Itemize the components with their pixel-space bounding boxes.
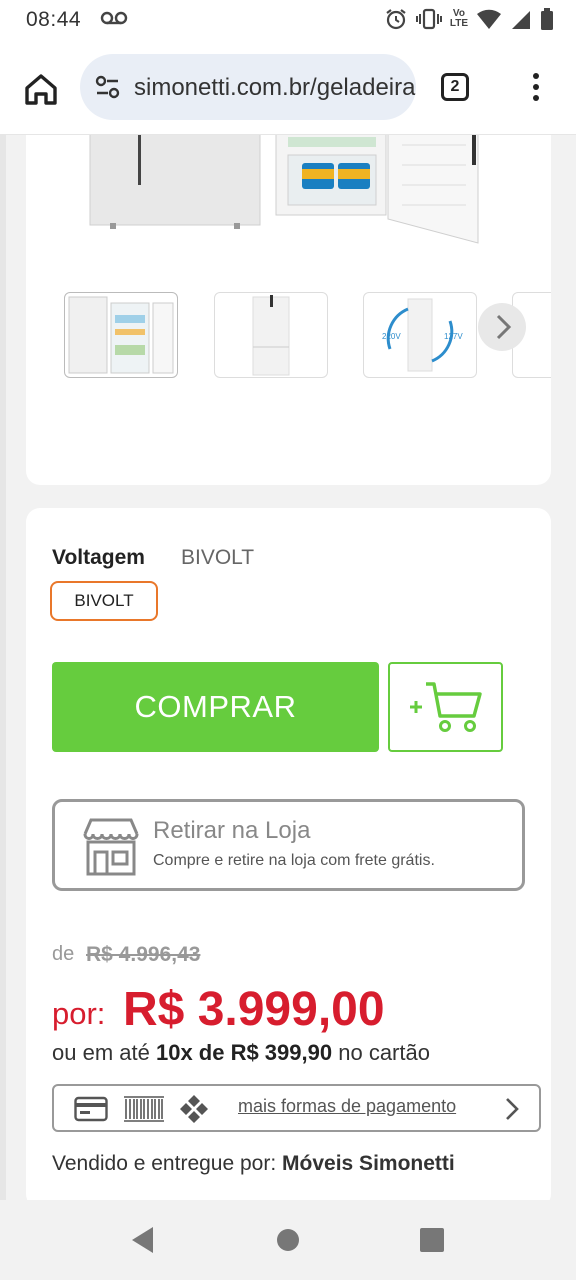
voicemail-icon [100,11,128,25]
thumbnail-label-220v: 220V [382,332,401,341]
gallery-thumbnail[interactable] [214,292,328,378]
status-time: 08:44 [26,8,82,31]
pickup-title: Retirar na Loja [153,817,311,844]
status-bar: 08:44 Vo LTE [0,0,576,40]
seller-name: Móveis Simonetti [282,1152,455,1175]
volte-icon: Vo LTE [450,9,468,29]
buy-button[interactable]: COMPRAR [52,662,379,752]
installment-plan: 10x de R$ 399,90 [155,1040,333,1065]
old-price: R$ 4.996,43 [86,943,201,966]
tab-switcher-button[interactable]: 2 [441,73,469,101]
home-icon[interactable] [22,70,60,108]
thumbnail-image: 220V 127V [382,298,463,372]
pickup-subtitle: Compre e retire na loja com frete grátis… [153,852,435,869]
price-prefix: por: [52,996,106,1031]
seller-info: Vendido e entregue por: Móveis Simonetti [52,1152,455,1176]
site-settings-icon[interactable] [94,74,122,100]
more-payment-options[interactable]: mais formas de pagamento [52,1084,541,1132]
vibrate-icon [415,8,442,30]
browser-menu-icon[interactable] [526,71,546,103]
installment-prefix: ou em até [52,1040,150,1065]
pix-icon [180,1095,208,1123]
gallery-thumbnail[interactable] [64,292,178,378]
voltage-label: Voltagem [52,546,145,569]
gallery-next-button[interactable] [478,303,526,351]
chevron-right-icon [506,1098,519,1120]
credit-card-icon [74,1096,108,1122]
signal-icon [512,11,530,29]
old-price-prefix: de [52,943,75,965]
product-gallery-card: 220V 127V [26,135,551,485]
thumbnail-image [68,296,174,374]
chevron-right-icon [496,314,512,340]
installment-suffix: no cartão [338,1040,430,1065]
barcode-icon [124,1096,164,1122]
gallery-thumbnail[interactable]: 220V 127V [363,292,477,378]
current-price: R$ 3.999,00 [123,983,385,1036]
alarm-icon [386,9,406,30]
page-content: 220V 127V Voltagem BIVOLT BIVOLT COMPRAR [0,135,576,1200]
system-navigation-bar [0,1200,576,1280]
product-main-image [89,135,479,244]
url-text[interactable]: simonetti.com.br/geladeira [134,74,415,102]
back-icon[interactable] [129,1225,157,1255]
seller-prefix: Vendido e entregue por: [52,1152,277,1175]
side-strip [0,135,6,1200]
battery-icon [541,8,553,30]
installment-info: ou em até 10x de R$ 399,90 no cartão [52,1040,430,1066]
volte-bottom-text: LTE [449,18,468,29]
voltage-option-bivolt[interactable]: BIVOLT [50,581,158,621]
purchase-card: Voltagem BIVOLT BIVOLT COMPRAR Retirar n… [26,508,551,1200]
home-circle-icon[interactable] [275,1227,301,1253]
address-bar[interactable]: simonetti.com.br/geladeira [80,54,416,120]
store-pickup-option[interactable]: Retirar na Loja Compre e retire na loja … [52,799,525,891]
wifi-icon [477,9,501,30]
add-to-cart-icon [410,682,482,732]
browser-toolbar: simonetti.com.br/geladeira 2 [0,40,576,135]
recents-icon[interactable] [419,1227,445,1253]
store-icon [83,818,139,876]
add-to-cart-button[interactable] [388,662,503,752]
thumbnail-label-127v: 127V [444,332,463,341]
status-icons: Vo LTE [384,7,554,31]
thumbnail-image [252,295,290,376]
more-payment-link[interactable]: mais formas de pagamento [238,1096,456,1117]
voltage-selected-value: BIVOLT [181,546,255,569]
